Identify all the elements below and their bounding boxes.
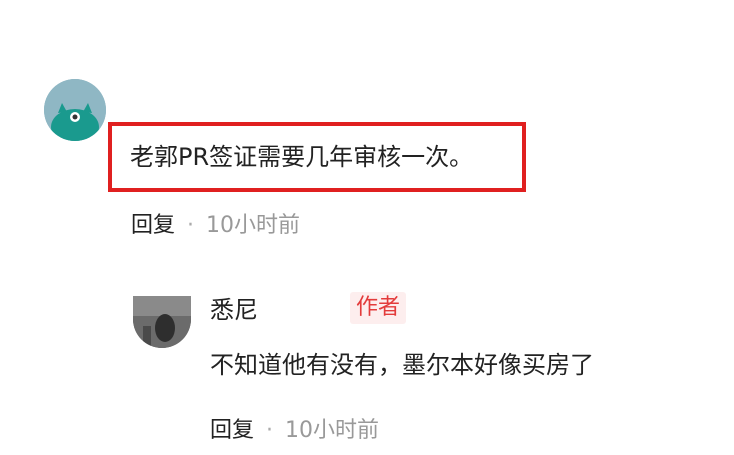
commenter-avatar[interactable] bbox=[44, 79, 106, 141]
author-badge: 作者 bbox=[350, 292, 407, 324]
photo-avatar-icon bbox=[133, 296, 191, 348]
reply-avatar[interactable] bbox=[133, 296, 191, 348]
comment-reply-button[interactable]: 回复 bbox=[131, 213, 175, 238]
teal-mascot-icon bbox=[44, 79, 106, 141]
comment-timestamp: 10小时前 bbox=[206, 213, 301, 238]
reply-timestamp: 10小时前 bbox=[285, 418, 380, 443]
reply-meta: 回复 · 10小时前 bbox=[210, 412, 379, 444]
reply-author-name[interactable]: 悉尼 bbox=[210, 290, 258, 325]
comment-text-highlighted: 老郭PR签证需要几年审核一次。 bbox=[108, 122, 526, 192]
meta-separator: · bbox=[187, 213, 195, 238]
meta-separator: · bbox=[266, 418, 274, 443]
reply-text: 不知道他有没有，墨尔本好像买房了 bbox=[210, 351, 594, 379]
reply-reply-button[interactable]: 回复 bbox=[210, 418, 254, 443]
comment-meta: 回复 · 10小时前 bbox=[131, 207, 300, 239]
